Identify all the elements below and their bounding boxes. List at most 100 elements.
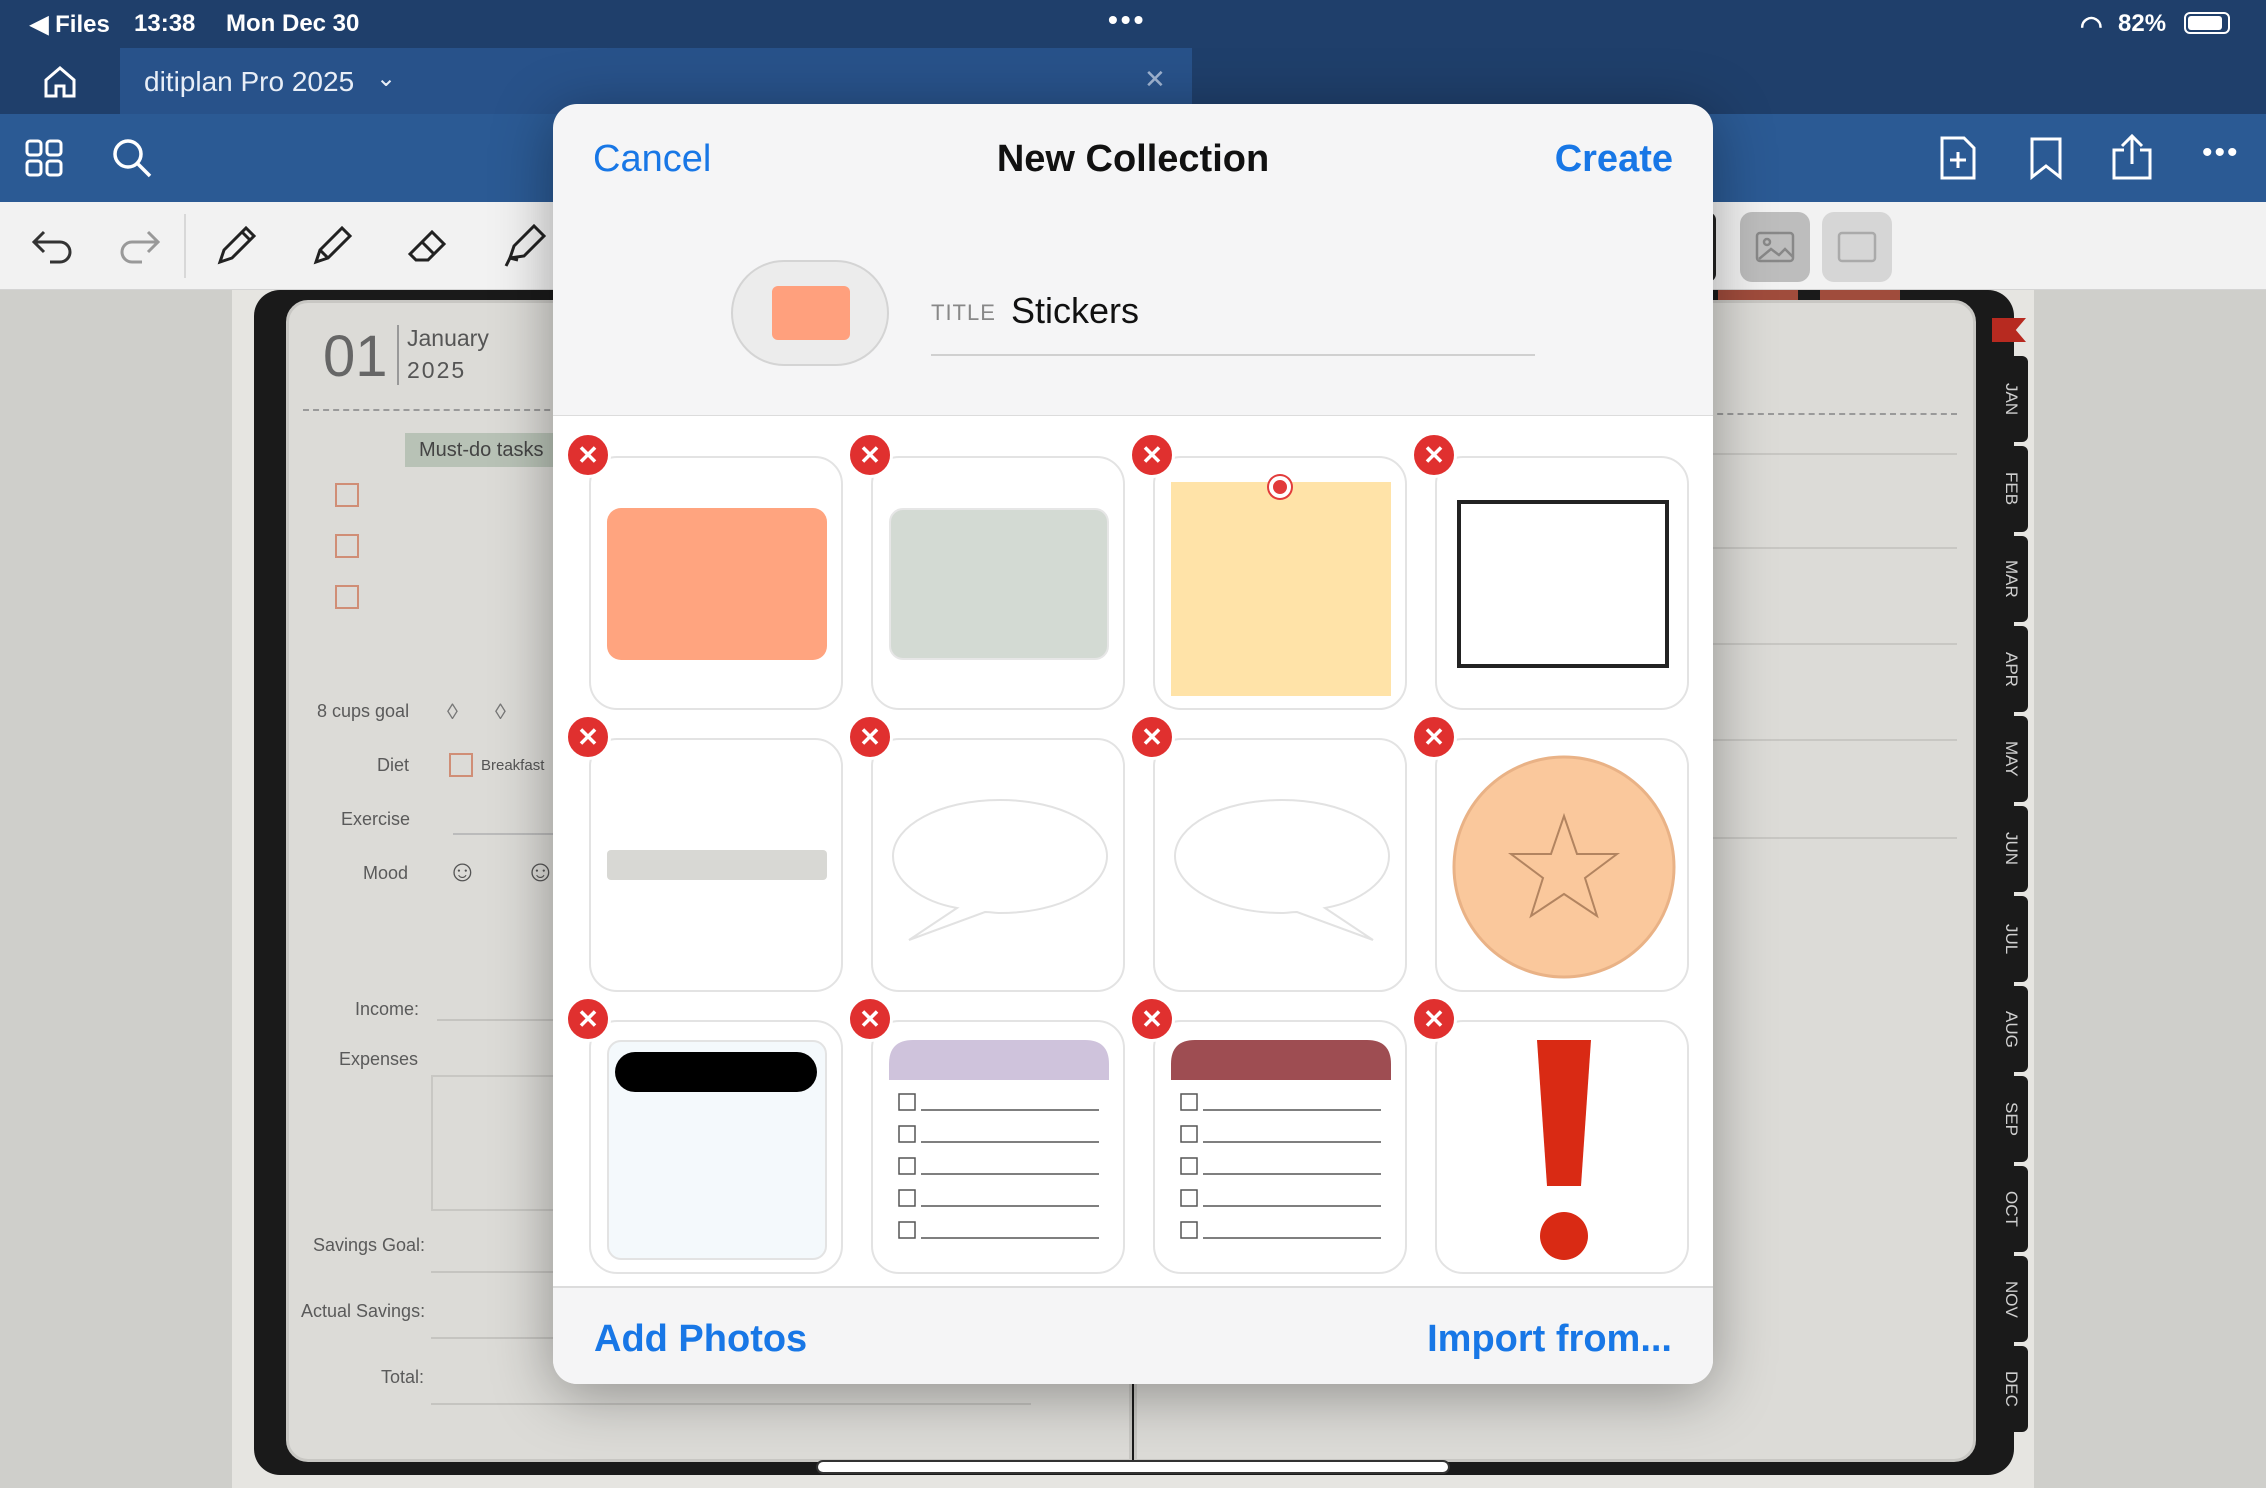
month-tab-jun[interactable]: JUN xyxy=(1994,806,2028,892)
sticker-item[interactable] xyxy=(1435,738,1689,992)
add-photos-button[interactable]: Add Photos xyxy=(594,1318,807,1361)
sticker-item[interactable] xyxy=(1435,1020,1689,1274)
image-tool-icon[interactable] xyxy=(1740,212,1810,282)
task-checkbox[interactable] xyxy=(335,585,359,609)
create-button[interactable]: Create xyxy=(1555,138,1673,181)
month-tab-mar[interactable]: MAR xyxy=(1994,536,2028,622)
sticker-item[interactable] xyxy=(1153,1020,1407,1274)
bookmark-icon[interactable] xyxy=(2028,136,2064,185)
month-tab-may[interactable]: MAY xyxy=(1994,716,2028,802)
speech-bubble-right-sticker xyxy=(1173,798,1391,941)
month-label: January xyxy=(407,325,489,351)
delete-sticker-icon[interactable]: ✕ xyxy=(1129,996,1175,1042)
expenses-box[interactable] xyxy=(431,1075,561,1211)
calendar-tab[interactable] xyxy=(1820,290,1900,300)
sticker-tool-icon[interactable] xyxy=(1822,212,1892,282)
note-card-header xyxy=(615,1052,817,1092)
black-frame-sticker xyxy=(1457,500,1669,668)
task-checkbox[interactable] xyxy=(335,483,359,507)
month-tab-jan[interactable]: JAN xyxy=(1994,356,2028,442)
sticker-item[interactable] xyxy=(871,738,1125,992)
task-checkbox[interactable] xyxy=(335,534,359,558)
pencil-tool-icon[interactable] xyxy=(308,222,356,275)
delete-sticker-icon[interactable]: ✕ xyxy=(1411,714,1457,760)
smiley-icon[interactable]: ☺ xyxy=(447,855,478,889)
month-tab-feb[interactable]: FEB xyxy=(1994,446,2028,532)
document-tab-title: ditiplan Pro 2025 xyxy=(144,66,355,97)
status-bar: ◀ Files 13:38 Mon Dec 30 ••• ◠ 82% xyxy=(0,0,2266,48)
delete-sticker-icon[interactable]: ✕ xyxy=(847,996,893,1042)
breakfast-label: Breakfast xyxy=(481,757,545,774)
exercise-line xyxy=(453,833,553,835)
delete-sticker-icon[interactable]: ✕ xyxy=(1129,432,1175,478)
note-line xyxy=(1707,837,1957,839)
undo-icon[interactable] xyxy=(30,226,74,271)
delete-sticker-icon[interactable]: ✕ xyxy=(565,996,611,1042)
month-tab-dec[interactable]: DEC xyxy=(1994,1346,2028,1432)
month-tab-nov[interactable]: NOV xyxy=(1994,1256,2028,1342)
month-tab-oct[interactable]: OCT xyxy=(1994,1166,2028,1252)
calendar-tab[interactable] xyxy=(1718,290,1798,300)
tape-strip-sticker xyxy=(607,850,827,880)
battery-icon xyxy=(2184,12,2230,34)
delete-sticker-icon[interactable]: ✕ xyxy=(847,714,893,760)
share-icon[interactable] xyxy=(2110,132,2154,187)
delete-sticker-icon[interactable]: ✕ xyxy=(565,432,611,478)
total-line xyxy=(431,1403,1031,1405)
back-to-files-link[interactable]: ◀ Files xyxy=(30,10,110,39)
close-tab-icon[interactable]: ✕ xyxy=(1144,64,1166,95)
mood-label: Mood xyxy=(363,863,409,883)
redo-icon[interactable] xyxy=(118,226,162,271)
grid-view-icon[interactable] xyxy=(24,138,64,183)
smiley-icon[interactable]: ☺ xyxy=(525,855,556,889)
sticker-item[interactable] xyxy=(589,456,843,710)
sticker-item[interactable] xyxy=(1153,738,1407,992)
eraser-tool-icon[interactable] xyxy=(404,222,452,275)
water-drop-icon[interactable]: ◊ xyxy=(495,699,506,725)
home-icon[interactable] xyxy=(40,62,80,102)
delete-sticker-icon[interactable]: ✕ xyxy=(565,714,611,760)
search-icon[interactable] xyxy=(110,136,154,185)
delete-sticker-icon[interactable]: ✕ xyxy=(1411,996,1457,1042)
header-divider xyxy=(1707,413,1957,415)
delete-sticker-icon[interactable]: ✕ xyxy=(1411,432,1457,478)
pen-tool-icon[interactable] xyxy=(212,222,260,275)
pin-icon xyxy=(1269,476,1291,498)
add-page-icon[interactable] xyxy=(1938,134,1978,187)
battery-percent: 82% xyxy=(2118,10,2167,37)
sticker-item[interactable] xyxy=(871,456,1125,710)
savings-goal-label: Savings Goal: xyxy=(313,1235,426,1255)
multitasking-dots-icon[interactable]: ••• xyxy=(1108,4,1146,36)
star-badge-sticker xyxy=(1452,755,1676,979)
home-indicator xyxy=(818,1462,1448,1472)
breakfast-checkbox[interactable] xyxy=(449,753,473,777)
dialog-footer: Add Photos Import from... xyxy=(553,1286,1713,1384)
delete-sticker-icon[interactable]: ✕ xyxy=(1129,714,1175,760)
month-tab-sep[interactable]: SEP xyxy=(1994,1076,2028,1162)
sticker-item[interactable] xyxy=(871,1020,1125,1274)
water-drop-icon[interactable]: ◊ xyxy=(447,699,458,725)
chevron-down-icon[interactable]: ⌄ xyxy=(376,64,396,93)
sticker-item[interactable] xyxy=(589,738,843,992)
month-tab-aug[interactable]: AUG xyxy=(1994,986,2028,1072)
exercise-label: Exercise xyxy=(341,809,411,829)
title-input[interactable]: Stickers xyxy=(1011,290,1139,332)
note-line xyxy=(1707,643,1957,645)
sticker-item[interactable] xyxy=(589,1020,843,1274)
import-from-button[interactable]: Import from... xyxy=(1427,1318,1672,1361)
note-line xyxy=(1707,547,1957,549)
diet-label: Diet xyxy=(377,755,410,775)
month-tab-jul[interactable]: JUL xyxy=(1994,896,2028,982)
sticker-item[interactable] xyxy=(1435,456,1689,710)
expenses-label: Expenses xyxy=(339,1049,419,1069)
title-field-label: TITLE xyxy=(931,300,996,325)
month-tab-apr[interactable]: APR xyxy=(1994,626,2028,712)
more-options-icon[interactable]: ••• xyxy=(2202,136,2240,170)
sticker-item[interactable] xyxy=(1153,456,1407,710)
note-line xyxy=(1707,739,1957,741)
actual-savings-label: Actual Savings: xyxy=(301,1301,426,1321)
collection-cover[interactable] xyxy=(731,260,889,366)
title-underline xyxy=(931,354,1535,356)
delete-sticker-icon[interactable]: ✕ xyxy=(847,432,893,478)
highlighter-tool-icon[interactable] xyxy=(500,222,548,275)
